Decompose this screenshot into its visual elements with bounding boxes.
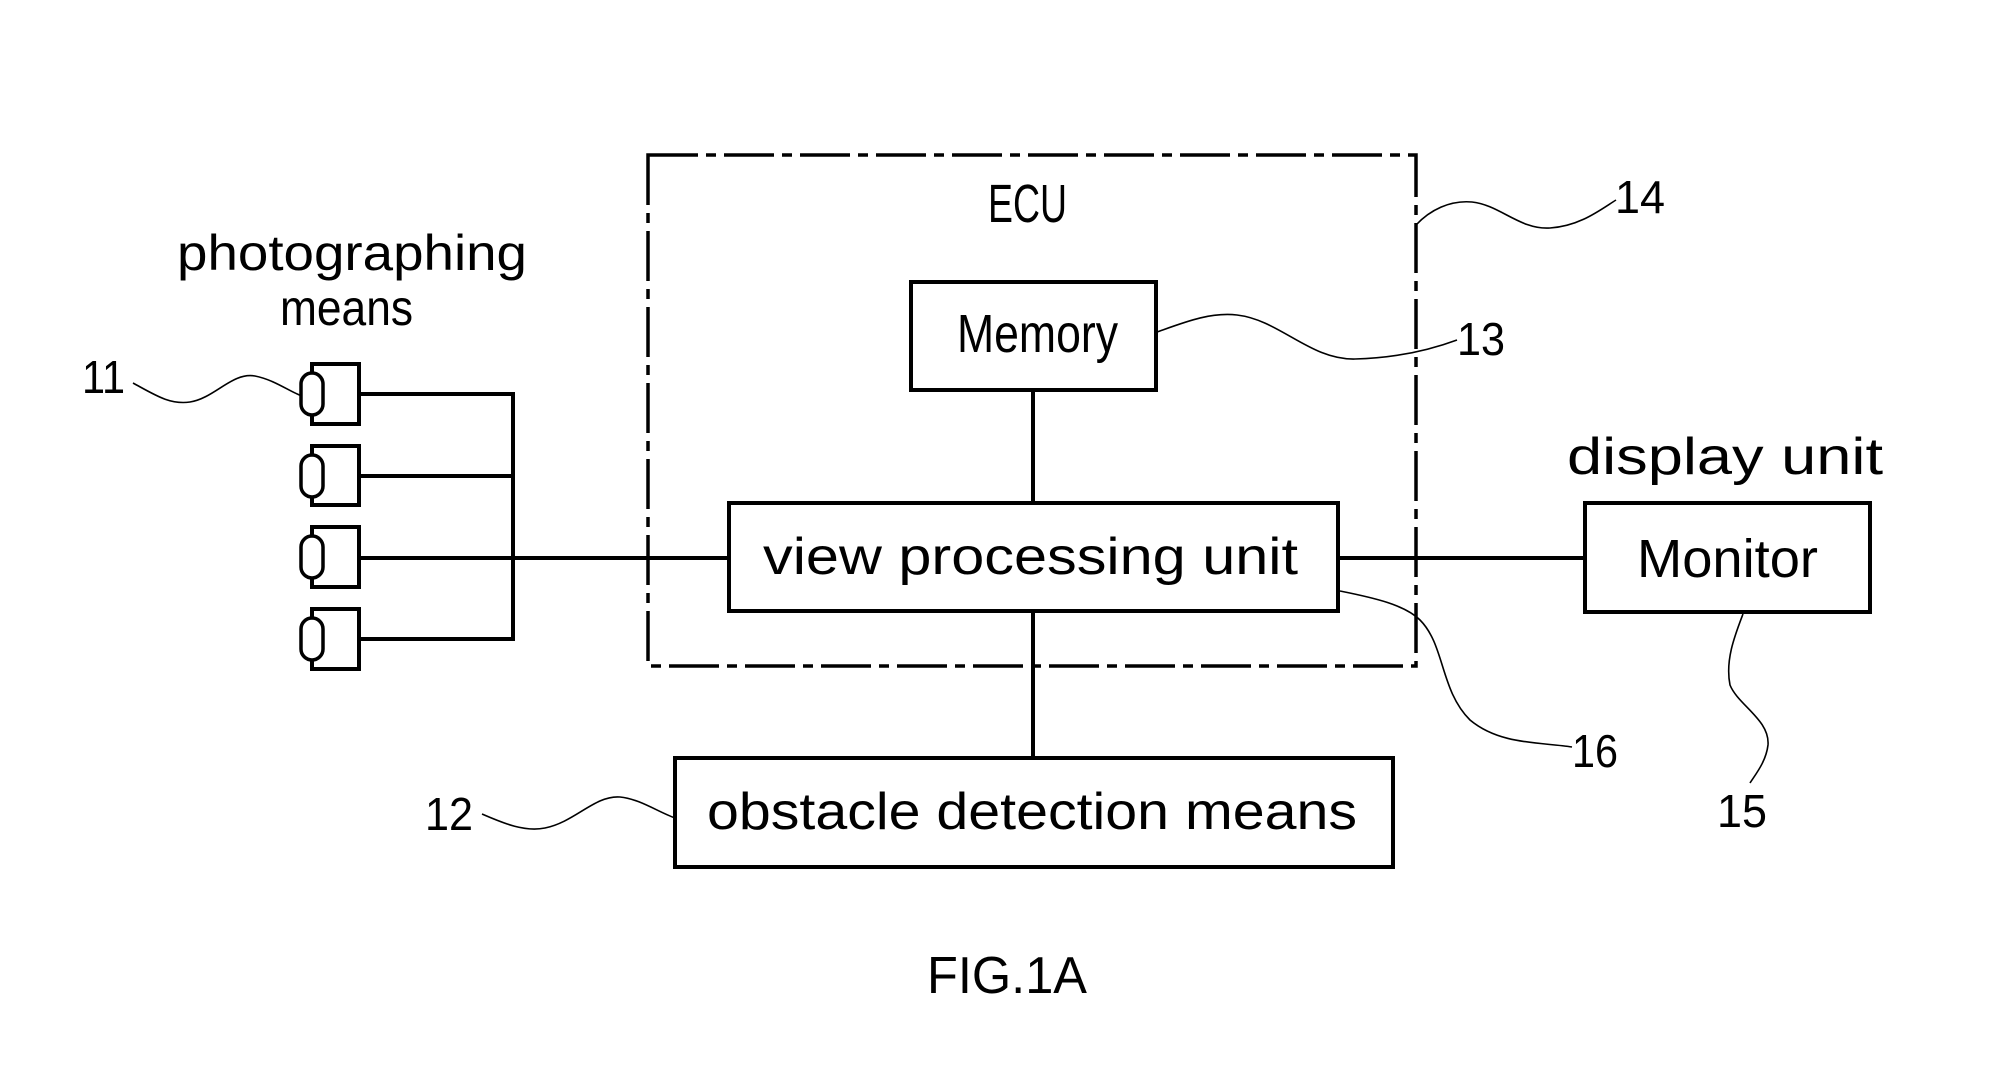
ref-numeral-15: 15 bbox=[1717, 785, 1767, 837]
leader-line-14 bbox=[1415, 199, 1617, 229]
view-processing-unit-label: view processing unit bbox=[763, 528, 1299, 586]
camera-icon bbox=[299, 362, 515, 426]
obstacle-detection-label: obstacle detection means bbox=[707, 783, 1357, 841]
ecu-label: ECU bbox=[988, 174, 1067, 234]
photographing-means-label-line1: photographing bbox=[177, 225, 527, 281]
photographing-means-label-line2: means bbox=[280, 280, 413, 336]
ref-numeral-16: 16 bbox=[1572, 725, 1618, 777]
figure-caption: FIG.1A bbox=[927, 947, 1087, 1005]
leader-line-13 bbox=[1156, 313, 1458, 360]
ref-numeral-11: 11 bbox=[82, 351, 125, 403]
display-unit-label: display unit bbox=[1567, 428, 1884, 486]
camera-group bbox=[299, 362, 515, 671]
leader-line-12 bbox=[481, 796, 676, 830]
ref-numeral-14: 14 bbox=[1615, 171, 1665, 223]
leader-line-16 bbox=[1339, 590, 1573, 748]
camera-icon bbox=[299, 525, 361, 589]
monitor-label: Monitor bbox=[1637, 529, 1818, 589]
leader-line-15 bbox=[1727, 613, 1769, 784]
memory-label: Memory bbox=[957, 304, 1118, 364]
block-diagram: ECU Memory view processing unit obstacle… bbox=[82, 153, 1884, 1005]
ref-numeral-13: 13 bbox=[1457, 313, 1505, 365]
camera-icon bbox=[299, 444, 515, 507]
leader-line-11 bbox=[132, 374, 303, 404]
ref-numeral-12: 12 bbox=[425, 788, 473, 840]
camera-icon bbox=[299, 607, 515, 671]
